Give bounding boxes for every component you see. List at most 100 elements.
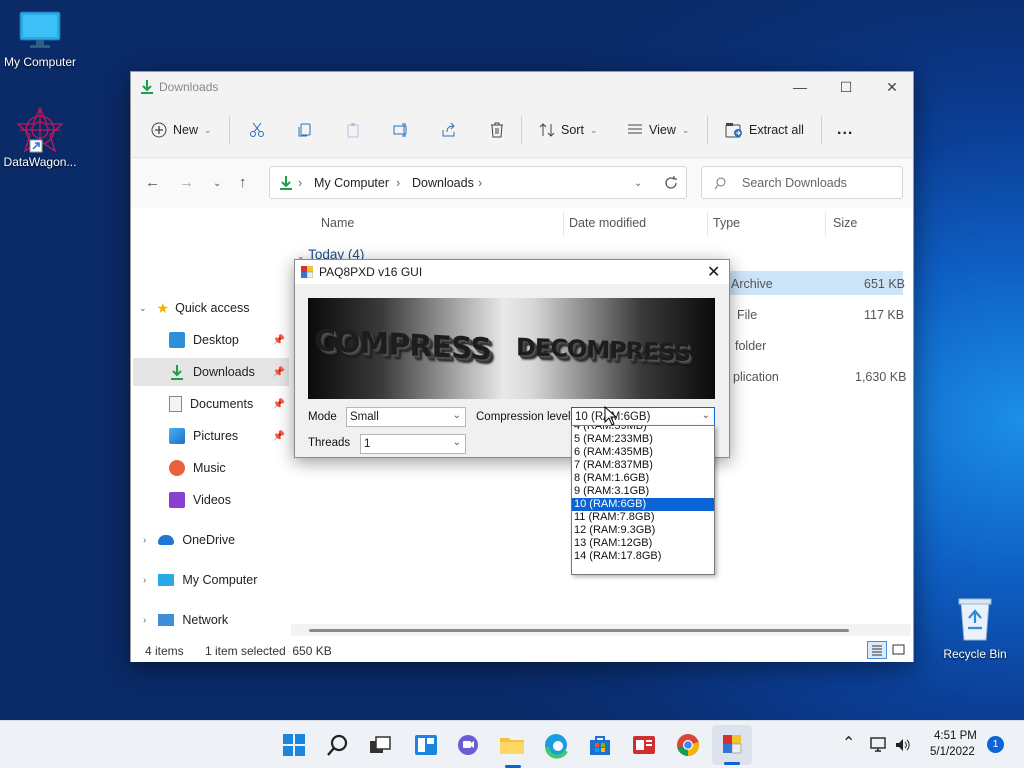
close-button[interactable]: ✕	[869, 72, 915, 102]
edge-browser-icon[interactable]	[542, 731, 570, 759]
more-options-button[interactable]: ...	[837, 116, 853, 144]
news-app-icon[interactable]	[630, 731, 658, 759]
datawagon-logo-icon	[16, 106, 64, 153]
clipboard-icon	[347, 123, 359, 138]
forward-button[interactable]: →	[179, 174, 194, 191]
nav-network[interactable]: › Network	[131, 606, 287, 634]
breadcrumb-my-computer[interactable]: My Computer	[314, 176, 389, 190]
compression-level-option[interactable]: 6 (RAM:435MB)	[572, 446, 714, 459]
horizontal-scrollbar[interactable]	[291, 624, 911, 636]
chat-icon[interactable]	[454, 731, 482, 759]
selection-info: 1 item selected 650 KB	[205, 644, 332, 658]
delete-button[interactable]	[489, 116, 505, 144]
share-icon	[442, 122, 455, 137]
dialog-titlebar[interactable]: PAQ8PXD v16 GUI ✕	[295, 260, 729, 284]
copy-button[interactable]	[297, 116, 313, 144]
show-hidden-icons-chevron-icon[interactable]: ⌃	[842, 733, 855, 753]
nav-label[interactable]: My Computer	[182, 573, 257, 587]
clock-time[interactable]: 4:51 PM	[934, 730, 977, 742]
rename-icon	[393, 123, 407, 137]
explorer-titlebar[interactable]: Downloads — ☐ ✕	[131, 72, 913, 102]
widgets-icon[interactable]	[412, 731, 440, 759]
microsoft-store-icon[interactable]	[586, 731, 614, 759]
nav-documents[interactable]: Documents 📌	[133, 390, 289, 418]
compression-level-select[interactable]: 10 (RAM:6GB) ⌄	[571, 407, 715, 427]
share-button[interactable]	[441, 116, 457, 144]
download-arrow-icon	[141, 80, 153, 94]
column-size[interactable]: Size	[833, 216, 857, 230]
nav-pictures[interactable]: Pictures 📌	[133, 422, 289, 450]
chrome-browser-icon[interactable]	[674, 731, 702, 759]
compression-level-option[interactable]: 7 (RAM:837MB)	[572, 459, 714, 472]
column-name[interactable]: Name	[321, 216, 354, 230]
start-windows-icon[interactable]	[280, 731, 308, 759]
compression-level-option[interactable]: 10 (RAM:6GB)	[572, 498, 714, 511]
breadcrumb-downloads[interactable]: Downloads	[412, 176, 474, 190]
cloud-icon	[158, 535, 175, 545]
banner-decompress-text: DECOMPRESS	[516, 332, 691, 368]
maximize-button[interactable]: ☐	[823, 72, 869, 102]
nav-desktop[interactable]: Desktop 📌	[133, 326, 289, 354]
nav-videos[interactable]: Videos	[133, 486, 289, 514]
nav-label[interactable]: OneDrive	[182, 533, 235, 547]
compression-level-option[interactable]: 8 (RAM:1.6GB)	[572, 472, 714, 485]
paste-button[interactable]	[345, 116, 361, 144]
extract-all-button[interactable]: Extract all	[725, 116, 804, 144]
nav-downloads[interactable]: Downloads 📌	[133, 358, 289, 386]
desktop-icon-recycle-bin[interactable]: Recycle Bin	[935, 596, 1015, 661]
file-size: 1,630 KB	[855, 370, 907, 384]
network-monitor-icon[interactable]	[870, 737, 888, 753]
compression-level-option[interactable]: 11 (RAM:7.8GB)	[572, 511, 714, 524]
compression-level-option[interactable]: 4 (RAM:59MB)	[572, 426, 714, 433]
sort-button[interactable]: Sort ⌄	[539, 116, 597, 144]
large-icons-view-toggle[interactable]	[891, 642, 907, 658]
compression-level-option[interactable]: 14 (RAM:17.8GB)	[572, 550, 714, 563]
paq8pxd-taskbar-button[interactable]	[712, 725, 752, 765]
column-type[interactable]: Type	[713, 216, 740, 230]
compression-level-option[interactable]: 5 (RAM:233MB)	[572, 433, 714, 446]
task-view-icon[interactable]	[366, 731, 394, 759]
search-box[interactable]: Search Downloads	[701, 166, 903, 199]
address-bar[interactable]: › My Computer › Downloads › ⌄	[269, 166, 687, 199]
column-date-modified[interactable]: Date modified	[569, 216, 646, 230]
pin-icon: 📌	[272, 366, 285, 378]
nav-label[interactable]: Network	[182, 613, 228, 627]
sort-arrows-icon	[539, 123, 555, 137]
up-button[interactable]: ↑	[239, 174, 247, 191]
threads-select[interactable]: 1 ⌄	[360, 434, 466, 454]
rename-button[interactable]	[393, 116, 409, 144]
pictures-icon	[169, 428, 185, 444]
search-icon[interactable]	[324, 731, 352, 759]
nav-music[interactable]: Music	[133, 454, 289, 482]
compression-level-dropdown-list[interactable]: 4 (RAM:59MB) 5 (RAM:233MB) 6 (RAM:435MB) 7 …	[571, 425, 715, 575]
compression-level-option[interactable]: 13 (RAM:12GB)	[572, 537, 714, 550]
desktop-icon-datawagon[interactable]: DataWagon...	[0, 106, 80, 169]
address-history-dropdown[interactable]: ⌄	[634, 178, 642, 189]
dialog-title: PAQ8PXD v16 GUI	[319, 265, 423, 279]
mode-select[interactable]: Small ⌄	[346, 407, 466, 427]
nav-label: Downloads	[193, 365, 255, 379]
compression-level-option[interactable]: 12 (RAM:9.3GB)	[572, 524, 714, 537]
view-button[interactable]: View ⌄	[627, 116, 689, 144]
threads-label: Threads	[308, 437, 351, 449]
nav-my-computer[interactable]: › My Computer	[131, 566, 287, 594]
clock-date[interactable]: 5/1/2022	[930, 746, 975, 758]
details-view-toggle[interactable]	[867, 641, 887, 659]
cut-button[interactable]	[249, 116, 265, 144]
scrollbar-thumb[interactable]	[309, 629, 849, 632]
nav-quick-access[interactable]: ⌄ ★ Quick access	[131, 294, 287, 322]
dialog-close-button[interactable]: ✕	[707, 262, 720, 282]
notification-badge[interactable]: 1	[987, 736, 1004, 753]
desktop-icon-my-computer[interactable]: My Computer	[0, 10, 80, 69]
compression-level-option[interactable]: 9 (RAM:3.1GB)	[572, 485, 714, 498]
minimize-button[interactable]: —	[777, 72, 823, 102]
extract-all-label: Extract all	[749, 123, 804, 137]
address-row: ← → ⌄ ↑ › My Computer › Downloads › ⌄ Se…	[131, 158, 913, 208]
volume-icon[interactable]	[894, 737, 912, 753]
back-button[interactable]: ←	[145, 174, 160, 191]
nav-onedrive[interactable]: › OneDrive	[131, 526, 287, 554]
file-explorer-icon[interactable]	[498, 731, 526, 759]
recent-locations-button[interactable]: ⌄	[213, 178, 221, 189]
refresh-icon[interactable]	[664, 176, 678, 190]
new-button[interactable]: New ⌄	[151, 116, 212, 144]
